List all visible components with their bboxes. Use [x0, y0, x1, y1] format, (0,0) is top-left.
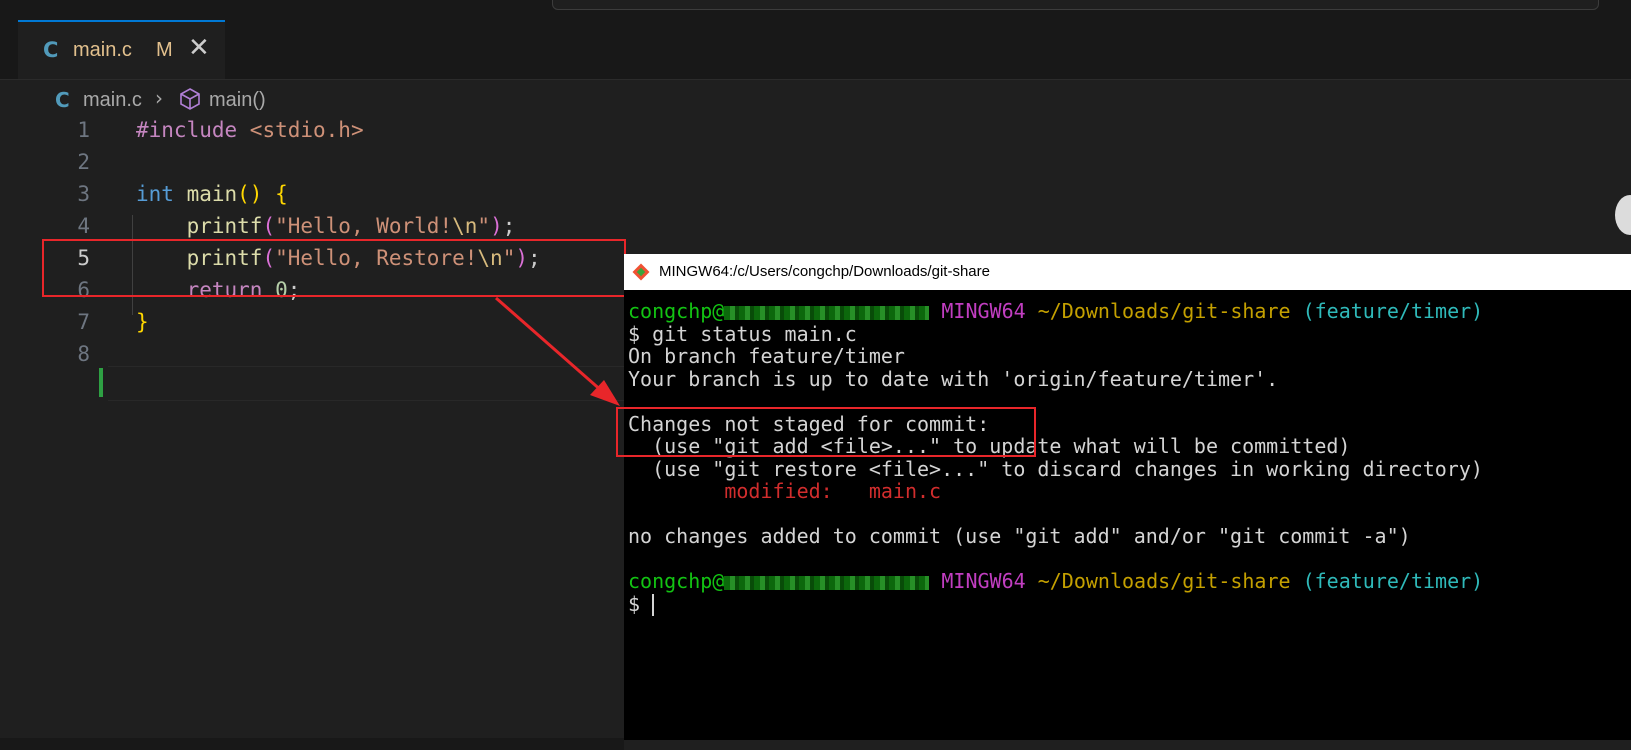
tab-main-c[interactable]: C main.c M ✕	[18, 20, 225, 79]
semicolon: ;	[502, 214, 516, 238]
output-line: On branch feature/timer	[628, 344, 905, 368]
paren: )	[490, 214, 503, 238]
type-keyword: int	[136, 182, 174, 206]
highlight-box-terminal	[616, 407, 1036, 457]
breadcrumb: C main.c › main()	[0, 84, 620, 116]
redacted-host	[724, 305, 930, 320]
chevron-right-icon: ›	[155, 86, 163, 110]
terminal-title-bar[interactable]: MINGW64:/c/Users/congchp/Downloads/git-s…	[624, 254, 1631, 290]
current-line-highlight	[108, 366, 630, 401]
prompt-branch: (feature/timer)	[1290, 299, 1484, 323]
output-line: (use "git restore <file>..." to discard …	[628, 456, 1483, 481]
prompt-env: MINGW64	[929, 569, 1026, 593]
code-line-1: #include <stdio.h>	[136, 118, 364, 142]
paren: ()	[237, 182, 263, 206]
brace: }	[136, 310, 149, 334]
prompt-path: ~/Downloads/git-share	[1025, 299, 1291, 323]
line-number: 8	[77, 342, 90, 366]
window-button-edge[interactable]	[1615, 195, 1631, 235]
modified-label: modified:	[628, 479, 833, 503]
prompt-branch: (feature/timer)	[1290, 569, 1484, 593]
output-blank	[628, 548, 1628, 571]
prompt-user: congchp@	[628, 569, 725, 593]
breadcrumb-symbol[interactable]: main()	[209, 89, 266, 112]
c-file-icon: C	[55, 88, 70, 112]
input-line[interactable]: $	[628, 591, 1628, 616]
modified-line-gutter	[99, 368, 103, 397]
function-name: main	[173, 182, 238, 206]
line-number: 2	[77, 150, 90, 174]
modified-line: modified: main.c	[628, 480, 1628, 503]
output-blank	[628, 503, 1628, 526]
output-line: Your branch is up to date with 'origin/f…	[628, 366, 1279, 391]
modified-file: main.c	[832, 479, 942, 503]
line-number: 7	[77, 310, 90, 334]
breadcrumb-file[interactable]: main.c	[83, 89, 142, 112]
command-line: $ git status main.c	[628, 321, 857, 346]
brace: {	[262, 182, 288, 206]
highlight-box-editor	[42, 239, 626, 297]
git-bash-icon	[632, 263, 650, 281]
tab-strip	[0, 20, 1631, 80]
prompt-line: congchp@ MINGW64 ~/Downloads/git-share (…	[628, 570, 1628, 593]
prompt-path: ~/Downloads/git-share	[1025, 569, 1291, 593]
prompt-line: congchp@ MINGW64 ~/Downloads/git-share (…	[628, 300, 1628, 323]
modified-badge: M	[156, 39, 173, 61]
include-directive: #include	[136, 118, 238, 142]
escape: \n	[452, 214, 478, 238]
code-line-3: int main() {	[136, 182, 288, 206]
close-icon[interactable]: ✕	[188, 33, 210, 63]
window-top-bar	[0, 0, 1631, 20]
prompt-symbol: $	[628, 591, 653, 616]
tab-label: main.c	[73, 39, 132, 61]
code-line-4: printf("Hello, World!\n");	[136, 214, 516, 238]
redacted-host	[724, 575, 930, 590]
command-center[interactable]	[552, 0, 1599, 10]
bottom-strip	[0, 738, 624, 750]
line-number: 1	[77, 118, 90, 142]
code-line-7: }	[136, 310, 149, 334]
c-file-icon: C	[43, 38, 59, 62]
text-cursor	[652, 594, 655, 616]
terminal-output[interactable]: congchp@ MINGW64 ~/Downloads/git-share (…	[628, 300, 1628, 616]
string: "Hello, World!	[275, 214, 453, 238]
function-call: printf	[136, 214, 263, 238]
git-bash-window[interactable]: MINGW64:/c/Users/congchp/Downloads/git-s…	[624, 254, 1631, 740]
symbol-cube-icon	[180, 88, 200, 110]
line-number: 4	[77, 214, 90, 238]
line-number: 3	[77, 182, 90, 206]
prompt-user: congchp@	[628, 299, 725, 323]
header-name: <stdio.h>	[237, 118, 364, 142]
code-editor[interactable]: 1 2 3 4 5 6 7 8 #include <stdio.h> int m…	[0, 118, 630, 718]
paren: (	[262, 214, 276, 238]
string: "	[477, 214, 491, 238]
output-line: no changes added to commit (use "git add…	[628, 524, 1411, 548]
terminal-title: MINGW64:/c/Users/congchp/Downloads/git-s…	[659, 263, 990, 280]
prompt-env: MINGW64	[929, 299, 1026, 323]
